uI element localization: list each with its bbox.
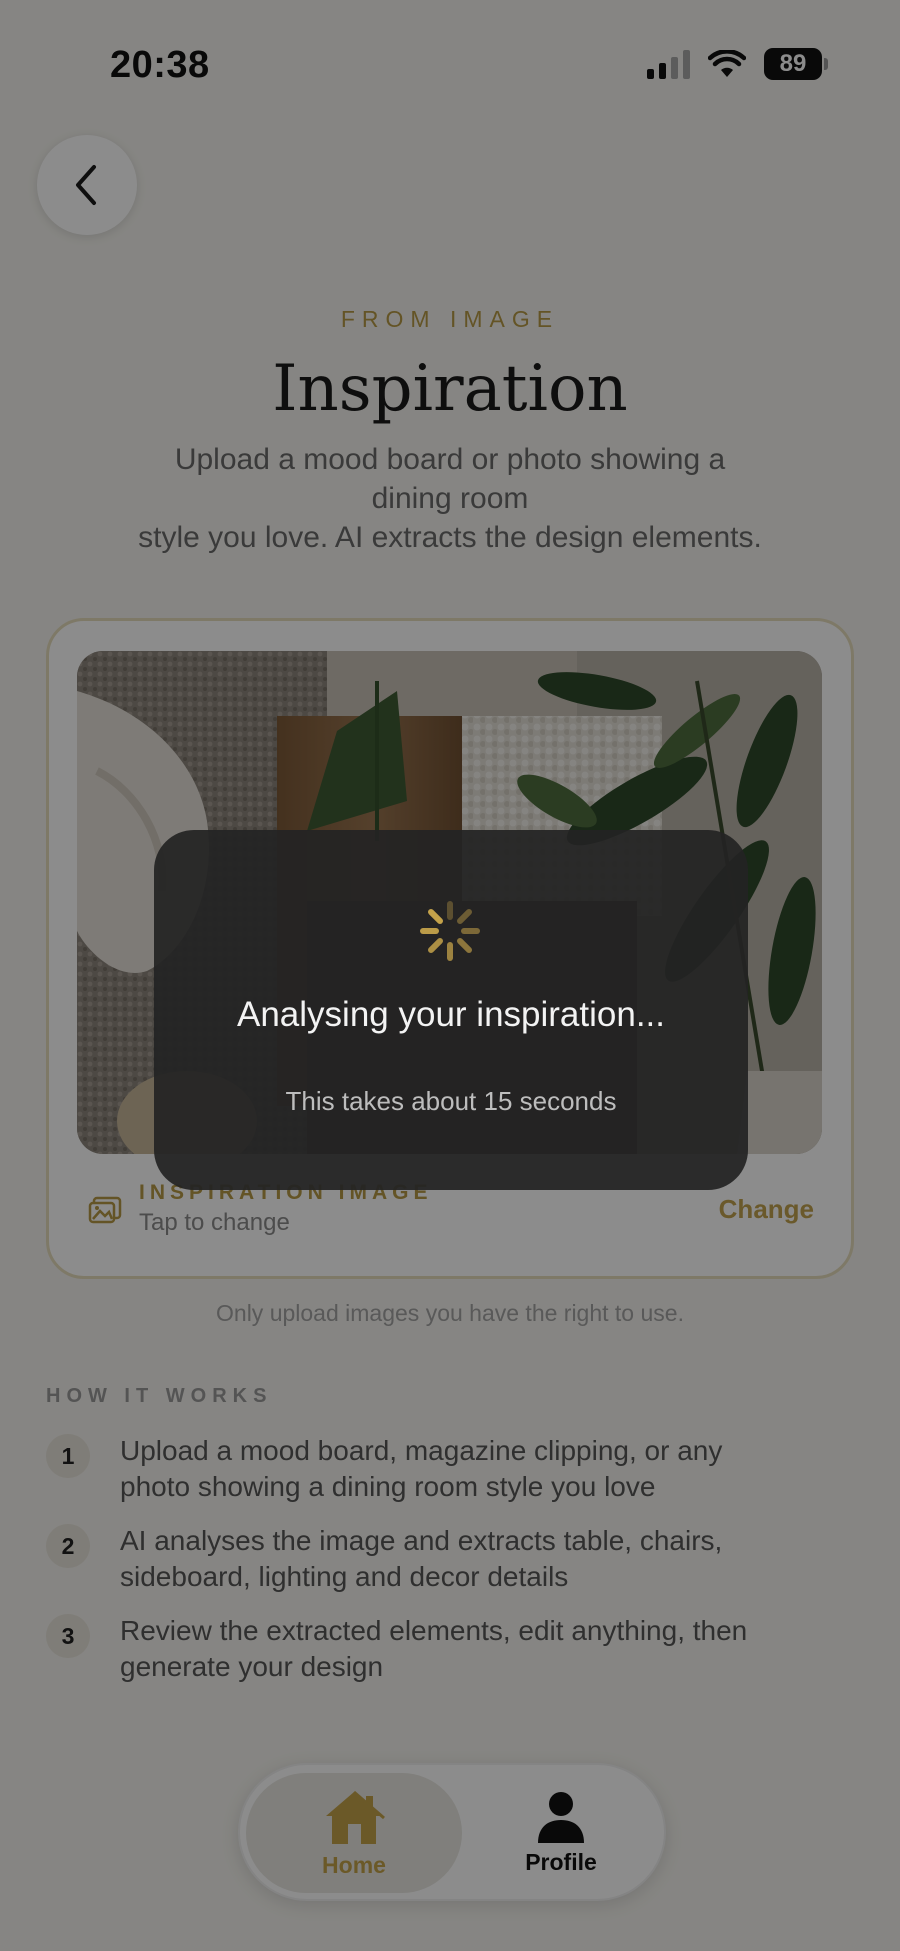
spinner-icon [417,898,483,969]
loading-subtitle: This takes about 15 seconds [285,1086,617,1116]
loading-title: Analysing your inspiration... [237,995,665,1034]
inspiration-screen: 20:38 89 FROM IMAGE Inspiration Upload a… [0,0,900,1951]
